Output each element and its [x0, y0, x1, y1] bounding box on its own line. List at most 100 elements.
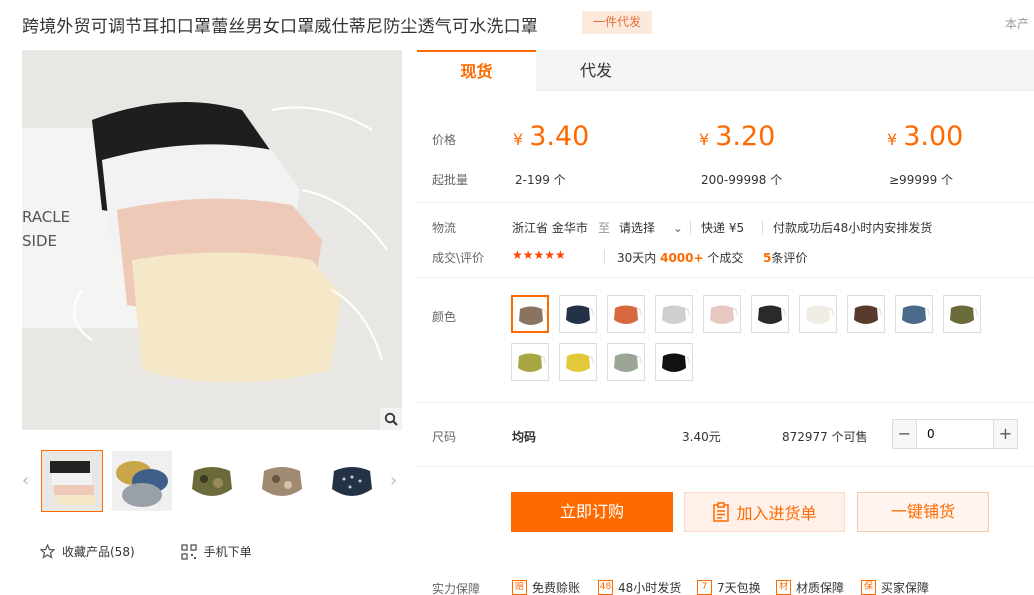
color-swatch[interactable]	[943, 295, 981, 333]
mask-swatch-icon	[848, 296, 884, 332]
exchange-7day-icon: 7	[697, 580, 712, 595]
origin-city: 浙江省 金华市	[512, 221, 588, 235]
mask-swatch-icon	[704, 296, 740, 332]
price-tier-2: ¥3.20	[699, 121, 776, 152]
shield-icon: 保	[861, 580, 876, 595]
destination-select[interactable]: 请选择 ⌄	[619, 219, 683, 236]
thumbnail-5[interactable]	[321, 450, 383, 512]
color-swatch[interactable]	[703, 295, 741, 333]
clipboard-icon	[713, 502, 730, 522]
range-tier-1: 2-199 个	[515, 173, 566, 187]
color-swatch[interactable]	[655, 295, 693, 333]
dropship-tag[interactable]: 一件代发	[582, 11, 653, 34]
divider	[417, 402, 1034, 403]
mask-swatch-icon	[944, 296, 980, 332]
color-swatch[interactable]	[559, 295, 597, 333]
min-order-label: 起批量	[432, 173, 469, 187]
color-swatch[interactable]	[751, 295, 789, 333]
mask-swatch-icon	[608, 296, 644, 332]
buy-now-button[interactable]: 立即订购	[511, 492, 673, 532]
color-swatch[interactable]	[511, 295, 549, 333]
deals-label: 成交\评价	[432, 251, 485, 265]
svg-text:RACLE: RACLE	[22, 208, 70, 226]
guarantee-credit[interactable]: 赔免费赊账	[512, 579, 580, 595]
color-swatch[interactable]	[559, 343, 597, 381]
mask-swatch-icon	[656, 344, 692, 380]
thumbnail-strip: ‹ ›	[22, 450, 402, 514]
guarantee-label: 实力保障	[432, 582, 481, 595]
review-link[interactable]: 5条评价	[763, 249, 807, 266]
mask-swatch-icon	[512, 344, 548, 380]
add-to-cart-button[interactable]: 加入进货单	[684, 492, 845, 532]
price-label: 价格	[432, 133, 457, 147]
chevron-left-icon[interactable]: ‹	[22, 470, 29, 491]
quantity-input[interactable]	[917, 420, 993, 448]
divider	[690, 220, 691, 234]
mask-swatch-icon	[752, 296, 788, 332]
mobile-order-label: 手机下单	[203, 545, 252, 559]
color-swatch[interactable]	[655, 343, 693, 381]
thumbnail-4[interactable]	[251, 450, 313, 512]
favorite-label: 收藏产品(58)	[62, 545, 135, 559]
deal-count: 30天内 4000+ 个成交	[617, 251, 744, 265]
mask-swatch-icon	[513, 297, 547, 331]
chevron-right-icon[interactable]: ›	[390, 470, 397, 491]
rating-stars: ★★★★★	[512, 248, 566, 262]
size-price: 3.40元	[682, 430, 721, 444]
guarantee-material[interactable]: 材材质保障	[776, 579, 844, 595]
size-name: 均码	[512, 430, 537, 444]
tab-in-stock[interactable]: 现货	[417, 50, 536, 91]
divider	[417, 277, 1034, 278]
logistics-label: 物流	[432, 221, 457, 235]
color-swatch[interactable]	[895, 295, 933, 333]
mask-swatch-icon	[896, 296, 932, 332]
mask-swatch-icon	[560, 344, 596, 380]
shipping-48h-icon: 48	[598, 580, 613, 595]
price-tier-3: ¥3.00	[887, 121, 964, 152]
color-swatch[interactable]	[607, 295, 645, 333]
guarantee-7day[interactable]: 7 7天包换	[697, 579, 761, 595]
size-label: 尺码	[432, 430, 457, 444]
chevron-down-icon: ⌄	[672, 221, 683, 235]
quantity-stepper: − +	[892, 419, 1018, 449]
thumbnail-1[interactable]	[41, 450, 103, 512]
color-swatch[interactable]	[607, 343, 645, 381]
mask-swatch-icon	[656, 296, 692, 332]
to-text: 至	[598, 221, 611, 235]
range-tier-2: 200-99998 个	[701, 173, 783, 187]
thumbnail-2[interactable]	[111, 450, 173, 512]
shipping-note: 付款成功后48小时内安排发货	[773, 221, 933, 235]
divider	[604, 250, 605, 264]
color-label: 颜色	[432, 310, 457, 324]
range-tier-3: ≥99999 个	[889, 173, 954, 187]
favorite-button[interactable]: 收藏产品(58)	[40, 543, 135, 560]
divider	[417, 202, 1034, 203]
material-icon: 材	[776, 580, 791, 595]
credit-icon: 赔	[512, 580, 527, 595]
guarantee-buyer[interactable]: 保买家保障	[861, 579, 929, 595]
guarantee-48h[interactable]: 48 48小时发货	[598, 579, 681, 595]
color-swatch[interactable]	[799, 295, 837, 333]
color-swatch[interactable]	[847, 295, 885, 333]
size-stock: 872977 个可售	[782, 430, 868, 444]
mask-swatch-icon	[560, 296, 596, 332]
star-icon	[40, 544, 55, 559]
price-tier-1: ¥3.40	[513, 121, 590, 152]
decrement-button[interactable]: −	[893, 420, 917, 448]
express-fee: 快递 ¥5	[701, 221, 745, 235]
thumbnail-3[interactable]	[181, 450, 243, 512]
mask-swatch-icon	[608, 344, 644, 380]
search-icon[interactable]	[380, 408, 402, 430]
corner-text: 本产	[1005, 17, 1030, 31]
increment-button[interactable]: +	[993, 420, 1017, 448]
tab-dropship[interactable]: 代发	[536, 50, 656, 91]
mobile-order-button[interactable]: 手机下单	[180, 543, 252, 560]
product-actions: 收藏产品(58) 手机下单	[40, 543, 298, 560]
product-title: 跨境外贸可调节耳扣口罩蕾丝男女口罩威仕蒂尼防尘透气可水洗口罩	[22, 17, 538, 37]
mask-swatch-icon	[800, 296, 836, 332]
divider	[417, 466, 1034, 467]
lace-masks-photo: RACLE SIDE	[22, 50, 402, 430]
main-product-image[interactable]: RACLE SIDE	[22, 50, 402, 430]
color-swatch[interactable]	[511, 343, 549, 381]
one-click-distribute-button[interactable]: 一键铺货	[857, 492, 989, 532]
